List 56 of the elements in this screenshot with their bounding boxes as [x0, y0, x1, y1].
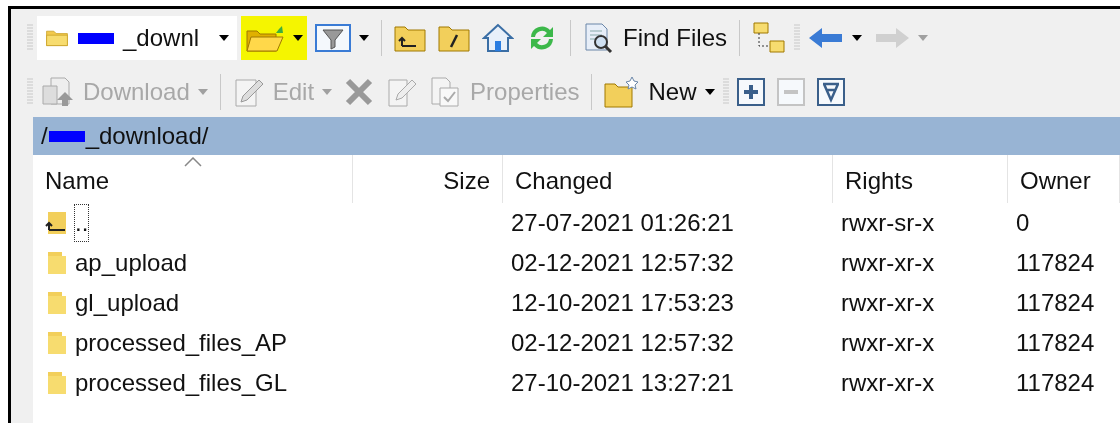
folder-icon — [45, 330, 67, 356]
folder-icon — [45, 290, 67, 316]
toolbar-button[interactable]: New — [600, 70, 719, 114]
path-text: / _download/ — [41, 121, 209, 151]
rights-cell-text: rwxr-xr-x — [840, 248, 936, 278]
caret-icon[interactable] — [852, 35, 863, 41]
column-header[interactable]: Rights — [833, 155, 1008, 203]
rights-cell-text: rwxr-xr-x — [840, 368, 936, 398]
caret-icon[interactable] — [219, 35, 229, 41]
changed-cell-text: 02-12-2021 12:57:32 — [510, 328, 735, 358]
file-row[interactable]: .. 27-07-2021 01:26:21 rwxr-sr-x 0 — [33, 203, 1120, 243]
column-header[interactable]: Size — [353, 155, 503, 203]
owner-cell-text: 117824 — [1015, 368, 1096, 398]
folder-icon — [45, 370, 67, 396]
location-combo[interactable]: _downl — [37, 16, 237, 60]
file-name: gl_upload — [75, 288, 180, 318]
rights-cell-text: rwxr-sr-x — [840, 208, 936, 238]
column-header[interactable]: Changed — [503, 155, 833, 203]
changed-cell-text: 12-10-2021 17:53:23 — [510, 288, 735, 318]
owner-cell-text: 117824 — [1015, 328, 1096, 358]
owner-cell-text: 0 — [1015, 208, 1031, 238]
parent-folder-icon — [45, 210, 67, 236]
changed-cell-text: 27-10-2021 13:27:21 — [510, 368, 735, 398]
file-row[interactable]: ap_upload 02-12-2021 12:57:32 rwxr-xr-x 117824 — [33, 243, 1120, 283]
column-header[interactable]: Owner — [1008, 155, 1120, 203]
toolbar-button[interactable]: Find Files — [579, 16, 732, 60]
select-all-icon[interactable] — [816, 78, 845, 106]
caret-icon[interactable] — [293, 35, 303, 41]
changed-cell-text: 27-07-2021 01:26:21 — [510, 208, 735, 238]
file-name: ap_upload — [75, 248, 188, 278]
file-row[interactable]: gl_upload 12-10-2021 17:53:23 rwxr-xr-x 117824 — [33, 283, 1120, 323]
home-icon[interactable] — [482, 23, 514, 53]
caret-icon[interactable] — [359, 35, 369, 41]
folder-icon — [45, 250, 67, 276]
plus-icon[interactable] — [736, 78, 765, 106]
back-arrow-icon[interactable] — [808, 27, 845, 49]
pencil-icon — [232, 76, 265, 108]
file-name: .. — [75, 205, 89, 241]
folder-slash-icon[interactable] — [438, 24, 470, 52]
owner-cell-text: 117824 — [1015, 248, 1096, 278]
file-name: processed_files_GL — [75, 368, 288, 398]
file-row[interactable]: processed_files_GL 27-10-2021 13:27:21 rwxr-xr-x 117824 — [33, 363, 1120, 403]
column-header[interactable]: Name — [33, 155, 353, 203]
new-folder-icon — [604, 76, 641, 108]
folder-up-icon[interactable] — [394, 24, 426, 52]
changed-cell-text: 02-12-2021 12:57:32 — [510, 248, 735, 278]
caret-icon[interactable] — [704, 89, 715, 95]
download-icon — [41, 76, 75, 108]
rights-cell-text: rwxr-xr-x — [840, 328, 936, 358]
rights-cell-text: rwxr-xr-x — [840, 288, 936, 318]
owner-cell-text: 117824 — [1015, 288, 1096, 318]
file-row[interactable]: processed_files_AP 02-12-2021 12:57:32 rwxr-xr-x 117824 — [33, 323, 1120, 363]
search-icon — [583, 22, 615, 54]
file-name: processed_files_AP — [75, 328, 288, 358]
filter-icon[interactable] — [315, 23, 351, 53]
folder-icon — [45, 28, 69, 48]
